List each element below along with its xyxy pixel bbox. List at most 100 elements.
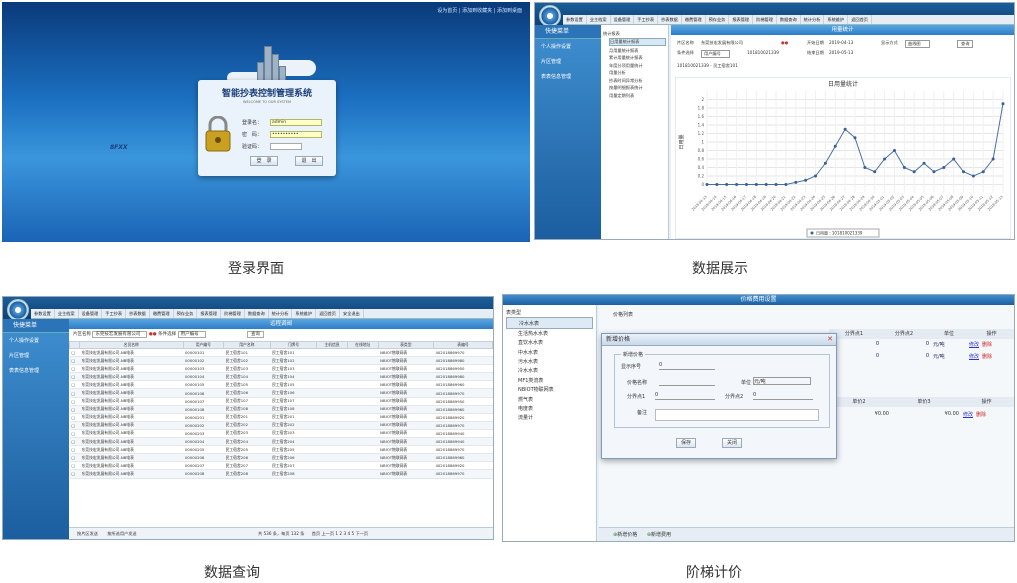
table-row[interactable]: □ 东莞技宏发展有限公司-NB电表 00000105 民工宿舍105 民工宿舍105 NB…: [69, 380, 493, 390]
delete-link[interactable]: 删除: [982, 353, 992, 360]
column-header[interactable]: 用户名称: [223, 341, 271, 349]
menu-item[interactable]: 缴费管理: [150, 309, 174, 318]
area-select[interactable]: 东莞技宏发展有限公司: [92, 331, 148, 338]
add-price-button[interactable]: 新增价格: [617, 532, 637, 538]
add-fee-button[interactable]: 新增费用: [651, 532, 671, 538]
menu-item[interactable]: 阶梯管理: [753, 15, 777, 24]
close-button[interactable]: 关闭: [722, 438, 743, 448]
tree-item[interactable]: 年度分项用量统计: [609, 63, 666, 69]
password-input[interactable]: ••••••••••: [270, 130, 322, 138]
table-row[interactable]: □ 东莞技宏发展有限公司-NB电表 00000104 民工宿舍104 民工宿舍104 NB…: [69, 372, 493, 382]
row-checkbox[interactable]: □: [69, 372, 80, 382]
tree-item[interactable]: 累计用量统计报表: [609, 55, 666, 61]
menu-item[interactable]: 安全退出: [340, 309, 364, 318]
row-checkbox[interactable]: □: [69, 356, 80, 366]
tree-item[interactable]: 抄表时间异常分析: [609, 78, 666, 84]
table-row[interactable]: □ 东莞技宏发展有限公司-NB电表 00000205 民工宿舍205 民工宿舍205 NB…: [69, 445, 493, 455]
menu-item[interactable]: 业主档案: [55, 309, 79, 318]
menu-item[interactable]: 数据查询: [777, 15, 801, 24]
table-row[interactable]: □ 东莞技宏发展有限公司-NB电表 00000202 民工宿舍202 民工宿舍202 NB…: [69, 421, 493, 430]
pager-page[interactable]: 3: [343, 531, 346, 536]
menu-item[interactable]: 设备管理: [611, 15, 635, 24]
pager-next[interactable]: 下一页: [355, 531, 368, 536]
point1-input[interactable]: 0: [655, 392, 715, 400]
menu-item[interactable]: 统计分析: [269, 309, 293, 318]
row-checkbox[interactable]: □: [69, 413, 80, 422]
tree-item[interactable]: 燃气表: [506, 394, 593, 403]
menu-item[interactable]: 手工抄表: [634, 15, 659, 24]
seq-input[interactable]: 0: [659, 362, 715, 370]
row-checkbox[interactable]: □: [69, 397, 80, 406]
tree-item[interactable]: NBIOT物联网表: [506, 385, 593, 394]
unit-select[interactable]: 元/吨: [753, 377, 811, 385]
table-row[interactable]: □ 东莞技宏发展有限公司-NB电表 00000208 民工宿舍208 民工宿舍208 NB…: [69, 469, 493, 479]
column-header[interactable]: 门牌号: [269, 341, 318, 349]
point2-input[interactable]: 0: [753, 392, 813, 400]
column-header[interactable]: 表编号: [432, 341, 493, 349]
menu-item[interactable]: 预存业务: [706, 15, 730, 24]
row-checkbox[interactable]: □: [69, 364, 80, 374]
save-button[interactable]: 保存: [676, 438, 697, 448]
show-mode-select[interactable]: 曲线图: [905, 40, 930, 48]
row-checkbox[interactable]: □: [69, 429, 80, 439]
tree-item[interactable]: 按量明细报表统计: [609, 85, 666, 91]
note-textarea[interactable]: [655, 409, 819, 421]
menu-item[interactable]: 统计分析: [801, 15, 825, 24]
row-checkbox[interactable]: □: [69, 405, 80, 414]
menu-item[interactable]: 返回首页: [316, 309, 340, 318]
refresh-icon[interactable]: ●●: [149, 332, 157, 337]
refresh-icon[interactable]: ●●: [781, 40, 788, 45]
tree-item[interactable]: 冷水水表: [506, 366, 593, 375]
sidebar-item-personal[interactable]: 个人操作设置: [3, 333, 69, 348]
table-row[interactable]: □ 东莞技宏发展有限公司-NB电表 00000107 民工宿舍107 民工宿舍107 NB…: [69, 397, 493, 406]
menu-item[interactable]: 数据查询: [245, 309, 269, 318]
login-button[interactable]: 登 录: [250, 156, 278, 166]
table-row[interactable]: □ 东莞技宏发展有限公司-NB电表 00000101 民工宿舍101 民工宿舍101 NB…: [69, 348, 493, 358]
tree-item[interactable]: 日用量统计报表: [609, 38, 666, 46]
start-date-input[interactable]: 2019-04-13: [829, 40, 853, 45]
column-header[interactable]: 在线地址: [346, 341, 379, 349]
select-all-checkbox[interactable]: [69, 341, 80, 349]
query-button[interactable]: 查询: [247, 331, 265, 338]
row-checkbox[interactable]: □: [69, 437, 80, 447]
sidebar-item-area[interactable]: 片区管理: [535, 54, 601, 69]
table-row[interactable]: □ 东莞技宏发展有限公司-NB电表 00000203 民工宿舍203 民工宿舍203 NB…: [69, 429, 493, 439]
menu-item[interactable]: 抄表数据: [126, 309, 150, 318]
delete-link[interactable]: 删除: [976, 411, 986, 418]
menu-item[interactable]: 设备管理: [79, 309, 103, 318]
delete-link[interactable]: 删除: [982, 341, 992, 348]
tree-item[interactable]: 流量计: [506, 413, 593, 422]
row-checkbox[interactable]: □: [69, 469, 80, 479]
send-by-area-button[interactable]: 按片区发送: [77, 531, 98, 536]
sidebar-item-personal[interactable]: 个人操作设置: [535, 39, 601, 54]
username-input[interactable]: admin: [270, 118, 322, 126]
pager-page[interactable]: 4: [347, 531, 350, 536]
pager-page[interactable]: 5: [351, 531, 354, 536]
edit-link[interactable]: 修改: [963, 411, 973, 418]
pager-page[interactable]: 1: [335, 531, 338, 536]
tree-item[interactable]: 月用量统计报表: [609, 48, 666, 54]
pager-page[interactable]: 2: [339, 531, 342, 536]
send-by-user-button[interactable]: 按所选用户发送: [107, 531, 136, 536]
tree-item[interactable]: 冷水水表: [506, 317, 593, 329]
row-checkbox[interactable]: □: [69, 348, 80, 358]
area-value[interactable]: 东莞技宏发展有限公司: [701, 40, 743, 46]
menu-item[interactable]: 抄表数据: [658, 15, 682, 24]
column-header[interactable]: 主机信息: [316, 341, 348, 349]
row-checkbox[interactable]: □: [69, 388, 80, 398]
name-input[interactable]: [659, 378, 715, 386]
edit-link[interactable]: 修改: [969, 341, 979, 348]
table-row[interactable]: □ 东莞技宏发展有限公司-NB电表 00000106 民工宿舍106 民工宿舍106 NB…: [69, 388, 493, 398]
sidebar-item-meter[interactable]: 表表信息管理: [535, 69, 601, 84]
menu-item[interactable]: 业主档案: [587, 15, 611, 24]
column-header[interactable]: 表类型: [377, 341, 434, 349]
tree-root[interactable]: 统计报表: [603, 31, 666, 37]
cond-input[interactable]: 101810021339: [747, 50, 779, 55]
top-links[interactable]: 设为首页 | 添加到收藏夹 | 添加到桌面: [437, 7, 522, 14]
exit-button[interactable]: 退 出: [295, 156, 323, 166]
pager-first[interactable]: 首页: [312, 531, 320, 536]
tree-item[interactable]: 电度表: [506, 404, 593, 413]
tree-item[interactable]: 污水水表: [506, 357, 593, 366]
column-header[interactable]: 名员名称: [79, 341, 184, 349]
row-checkbox[interactable]: □: [69, 453, 80, 463]
